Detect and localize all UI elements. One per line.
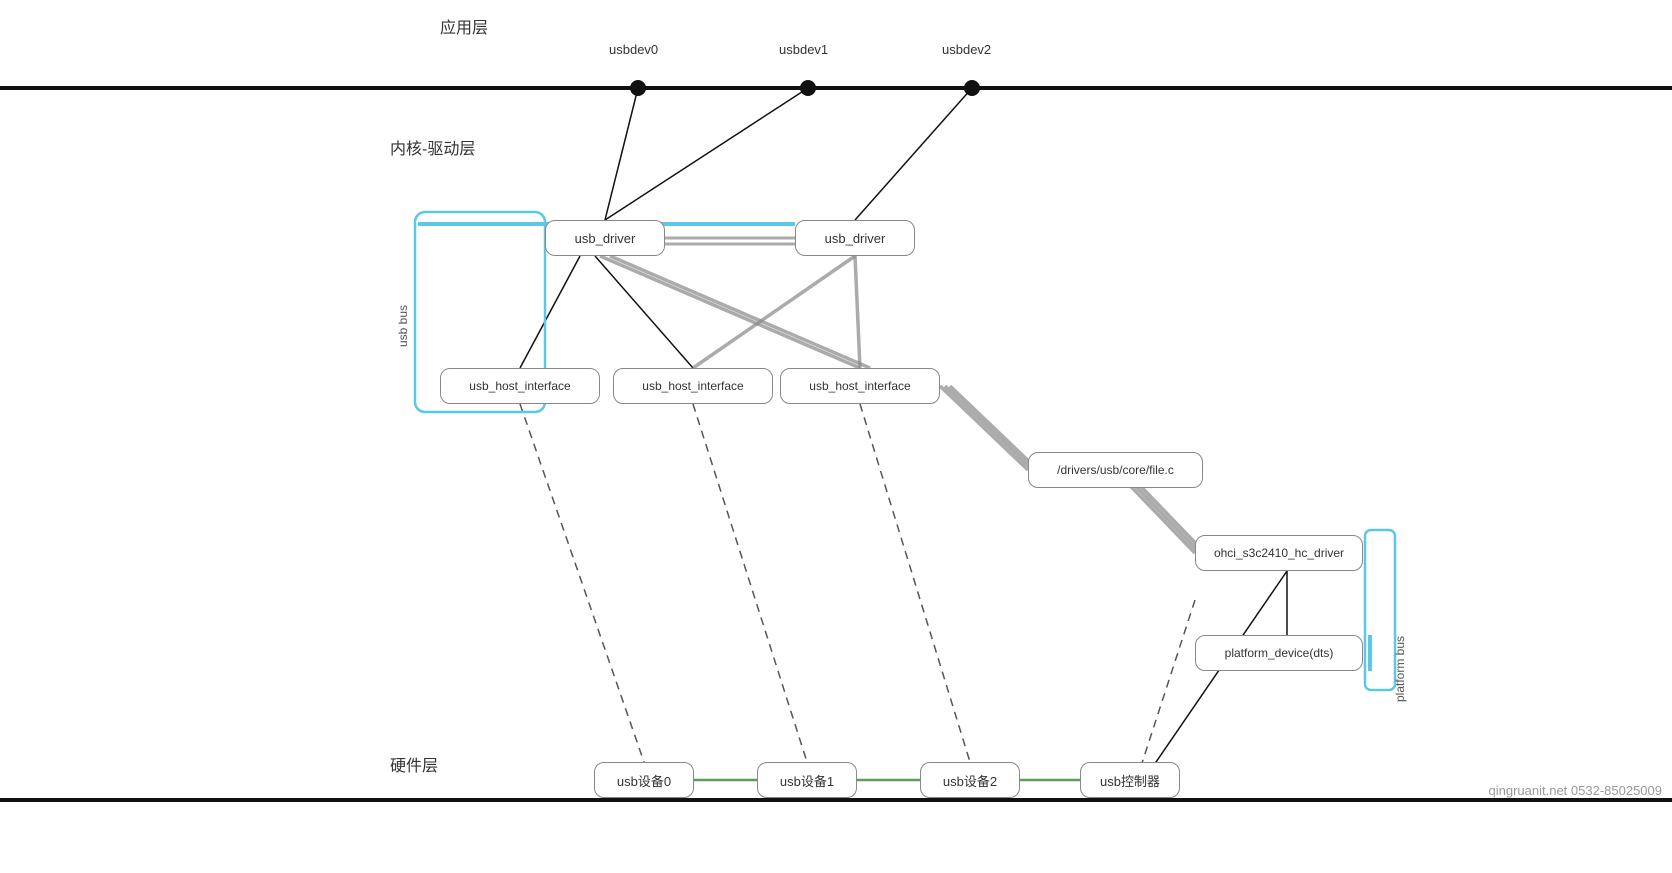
application-layer-label: 应用层 — [440, 14, 488, 38]
usb-driver-1: usb_driver — [545, 220, 665, 256]
usbdev0-label: usbdev0 — [609, 42, 658, 57]
diagram-canvas: 应用层 内核-驱动层 硬件层 usbdev0 usbdev1 usbdev2 u… — [0, 0, 1672, 873]
usb-controller: usb控制器 — [1080, 762, 1180, 798]
hardware-layer-label: 硬件层 — [390, 752, 438, 776]
ohci-node: ohci_s3c2410_hc_driver — [1195, 535, 1363, 571]
watermark: qingruanit.net 0532-85025009 — [1489, 783, 1662, 798]
usb-host-interface-2: usb_host_interface — [613, 368, 773, 404]
platform-bus-label: platform bus — [1393, 636, 1407, 702]
usb-driver-2: usb_driver — [795, 220, 915, 256]
usbdev2-label: usbdev2 — [942, 42, 991, 57]
usb-host-interface-1: usb_host_interface — [440, 368, 600, 404]
usb-device-2: usb设备2 — [920, 762, 1020, 798]
usb-host-interface-3: usb_host_interface — [780, 368, 940, 404]
usb-bus-label: usb bus — [396, 305, 410, 347]
kernel-layer-label: 内核-驱动层 — [390, 135, 475, 159]
file-node: /drivers/usb/core/file.c — [1028, 452, 1203, 488]
platform-node: platform_device(dts) — [1195, 635, 1363, 671]
usbdev1-label: usbdev1 — [779, 42, 828, 57]
usb-device-0: usb设备0 — [594, 762, 694, 798]
usb-device-1: usb设备1 — [757, 762, 857, 798]
diagram-lines — [0, 0, 1672, 873]
